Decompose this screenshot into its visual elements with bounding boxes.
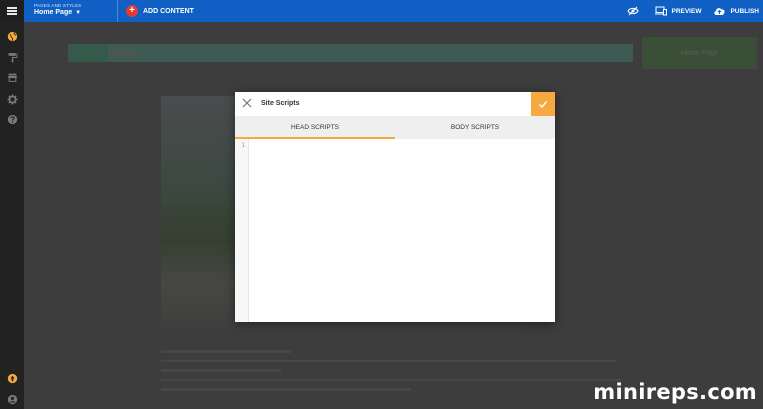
help-icon bbox=[7, 114, 17, 124]
styles-button[interactable] bbox=[6, 51, 18, 63]
close-icon[interactable] bbox=[242, 98, 252, 108]
home-page-button: Home Page bbox=[642, 37, 757, 69]
body-text bbox=[161, 350, 621, 398]
check-icon bbox=[539, 101, 548, 109]
top-actions: PREVIEW PUBLISH bbox=[615, 0, 759, 22]
add-content-button[interactable]: + ADD CONTENT bbox=[126, 5, 194, 17]
header-logo bbox=[68, 44, 108, 62]
devices-icon bbox=[655, 6, 668, 16]
help-button[interactable] bbox=[6, 113, 18, 125]
settings-button[interactable] bbox=[6, 93, 18, 105]
current-page: Home Page ▼ bbox=[34, 9, 81, 16]
page-selector[interactable]: PAGES AND STYLES Home Page ▼ bbox=[34, 3, 81, 16]
pages-label: PAGES AND STYLES bbox=[34, 3, 82, 8]
upgrade-icon bbox=[7, 373, 17, 383]
line-number: 1 bbox=[241, 142, 245, 149]
left-rail bbox=[0, 22, 24, 409]
gear-icon bbox=[7, 94, 17, 104]
site-scripts-dialog: Site Scripts HEAD SCRIPTS BODY SCRIPTS 1 bbox=[235, 92, 555, 322]
top-bar: PAGES AND STYLES Home Page ▼ + ADD CONTEN… bbox=[0, 0, 763, 22]
eye-off-icon bbox=[627, 6, 640, 16]
caret-down-icon: ▼ bbox=[75, 10, 82, 16]
menu-icon-line bbox=[7, 13, 17, 15]
script-tabs: HEAD SCRIPTS BODY SCRIPTS bbox=[235, 116, 555, 139]
site-title: ouse bbox=[107, 45, 138, 60]
publish-button[interactable]: PUBLISH bbox=[713, 6, 759, 16]
paint-roller-icon bbox=[8, 52, 17, 62]
tab-head-scripts[interactable]: HEAD SCRIPTS bbox=[235, 116, 395, 139]
globe-icon bbox=[7, 31, 17, 41]
user-icon bbox=[7, 394, 17, 404]
cloud-upload-icon bbox=[714, 8, 726, 15]
upgrade-button[interactable] bbox=[6, 372, 18, 384]
divider bbox=[117, 0, 118, 22]
menu-icon-line bbox=[7, 10, 17, 12]
dialog-title: Site Scripts bbox=[261, 100, 300, 107]
line-gutter: 1 bbox=[235, 139, 249, 322]
preview-label: PREVIEW bbox=[671, 7, 702, 15]
globe-button[interactable] bbox=[6, 30, 18, 42]
account-button[interactable] bbox=[6, 393, 18, 405]
site-header-bar bbox=[68, 44, 633, 62]
store-button[interactable] bbox=[6, 71, 18, 83]
plus-icon: + bbox=[126, 5, 138, 17]
preview-button[interactable]: PREVIEW bbox=[655, 6, 701, 16]
menu-icon-line bbox=[7, 7, 17, 9]
current-page-label: Home Page bbox=[34, 9, 73, 16]
code-editor[interactable]: 1 bbox=[235, 139, 555, 322]
watermark: minireps.com bbox=[593, 380, 757, 404]
add-content-label: ADD CONTENT bbox=[143, 7, 194, 15]
tab-body-scripts[interactable]: BODY SCRIPTS bbox=[395, 116, 555, 139]
store-icon bbox=[7, 73, 17, 82]
confirm-button[interactable] bbox=[531, 92, 555, 116]
hide-button[interactable] bbox=[627, 6, 643, 16]
menu-button[interactable] bbox=[0, 0, 24, 22]
publish-label: PUBLISH bbox=[730, 7, 759, 15]
dialog-header: Site Scripts bbox=[235, 92, 555, 116]
